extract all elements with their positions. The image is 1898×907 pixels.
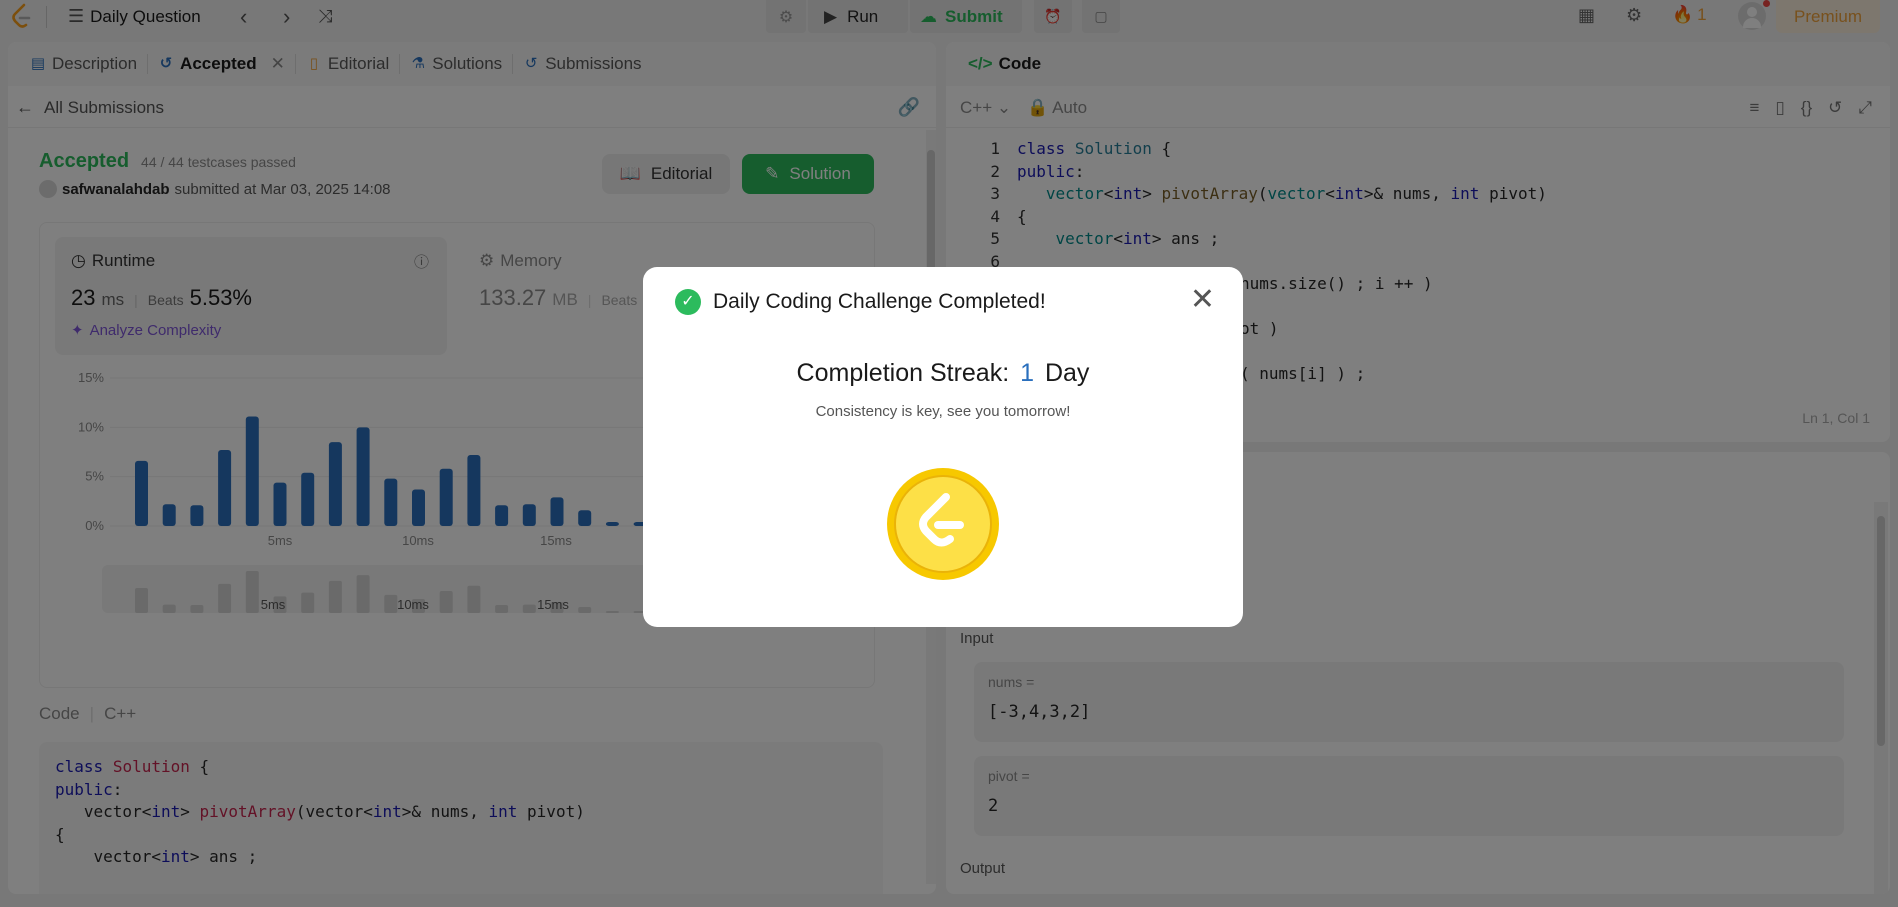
streak-prefix: Completion Streak: xyxy=(796,359,1010,387)
daily-challenge-modal: ✓ Daily Coding Challenge Completed! ✕ Co… xyxy=(643,267,1243,627)
streak-suffix: Day xyxy=(1044,359,1090,387)
streak-line: Completion Streak: 1 Day xyxy=(643,359,1243,388)
modal-message: Consistency is key, see you tomorrow! xyxy=(815,403,1071,420)
modal-title: Daily Coding Challenge Completed! xyxy=(713,290,1046,313)
close-icon[interactable]: ✕ xyxy=(1190,285,1215,315)
check-circle-icon: ✓ xyxy=(675,289,701,315)
streak-value: 1 xyxy=(1020,359,1035,387)
coin-icon xyxy=(886,467,1000,584)
modal-header: ✓ Daily Coding Challenge Completed! xyxy=(675,289,1046,315)
